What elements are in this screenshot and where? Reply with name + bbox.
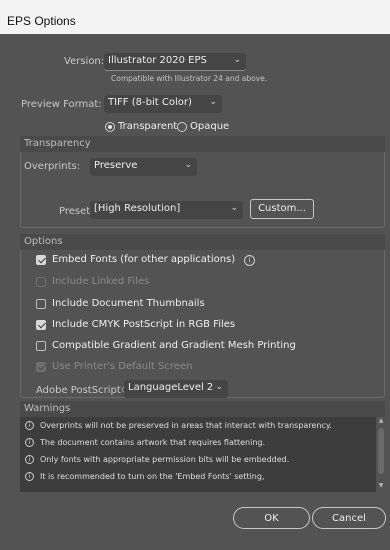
scroll-down-icon[interactable]: ▼ (377, 482, 385, 489)
custom-button[interactable]: Custom... (250, 199, 314, 219)
compatible-gradient-label[interactable]: Compatible Gradient and Gradient Mesh Pr… (52, 340, 296, 351)
version-dropdown[interactable]: Illustrator 2020 EPS ⌄ (104, 53, 246, 71)
opaque-radio[interactable] (177, 122, 187, 132)
info-icon: i (25, 455, 34, 464)
version-compat-note: Compatible with Illustrator 24 and above… (111, 74, 268, 83)
options-heading: Options (20, 234, 385, 250)
include-linked-files-label: Include Linked Files (52, 276, 150, 287)
include-cmyk-checkbox[interactable] (36, 320, 46, 330)
preview-format-label: Preview Format: (21, 99, 102, 110)
chevron-down-icon: ⌄ (209, 97, 217, 107)
transparent-radio-label[interactable]: Transparent (118, 121, 177, 132)
printer-default-screen-checkbox[interactable] (36, 362, 46, 372)
include-linked-files-checkbox[interactable] (36, 277, 46, 287)
overprints-dropdown[interactable]: Preserve ⌄ (90, 158, 197, 176)
scroll-up-icon[interactable]: ▲ (377, 417, 385, 424)
include-cmyk-label[interactable]: Include CMYK PostScript in RGB Files (52, 319, 235, 330)
overprints-value: Preserve (94, 160, 138, 171)
transparent-radio[interactable] (105, 122, 115, 132)
overprints-label: Overprints: (24, 161, 81, 172)
warnings-list: i Overprints will not be preserved in ar… (20, 417, 376, 492)
printer-default-screen-label: Use Printer's Default Screen (52, 361, 193, 372)
compatible-gradient-checkbox[interactable] (36, 341, 46, 351)
include-thumbnails-checkbox[interactable] (36, 299, 46, 309)
postscript-value: LanguageLevel 2 (128, 382, 214, 393)
opaque-radio-label[interactable]: Opaque (190, 121, 229, 132)
preset-value: [High Resolution] (94, 203, 181, 214)
scroll-thumb[interactable] (378, 428, 384, 474)
warnings-heading: Warnings (20, 401, 385, 417)
preset-label: Preset: (59, 206, 94, 217)
postscript-label: Adobe PostScript®: (36, 385, 135, 396)
cancel-button[interactable]: Cancel (312, 507, 386, 529)
embed-fonts-label[interactable]: Embed Fonts (for other applications) (52, 254, 235, 265)
info-icon: i (25, 472, 34, 481)
chevron-down-icon: ⌄ (215, 382, 223, 392)
info-icon[interactable]: i (244, 255, 255, 266)
window-title: EPS Options (0, 0, 390, 34)
chevron-down-icon: ⌄ (233, 55, 241, 65)
info-icon: i (25, 421, 34, 430)
transparency-heading: Transparency (20, 136, 385, 152)
warnings-scrollbar[interactable]: ▲ ▼ (377, 416, 385, 491)
info-icon: i (25, 438, 34, 447)
preview-format-value: TIFF (8-bit Color) (108, 97, 192, 108)
version-label: Version: (64, 56, 105, 67)
chevron-down-icon: ⌄ (230, 203, 238, 213)
chevron-down-icon: ⌄ (184, 160, 192, 170)
version-value: Illustrator 2020 EPS (108, 55, 207, 66)
postscript-dropdown[interactable]: LanguageLevel 2 ⌄ (124, 380, 228, 398)
preview-format-dropdown[interactable]: TIFF (8-bit Color) ⌄ (104, 95, 222, 113)
preset-dropdown[interactable]: [High Resolution] ⌄ (90, 201, 243, 219)
embed-fonts-checkbox[interactable] (36, 255, 46, 265)
include-thumbnails-label[interactable]: Include Document Thumbnails (52, 298, 205, 309)
ok-button[interactable]: OK (233, 507, 310, 529)
